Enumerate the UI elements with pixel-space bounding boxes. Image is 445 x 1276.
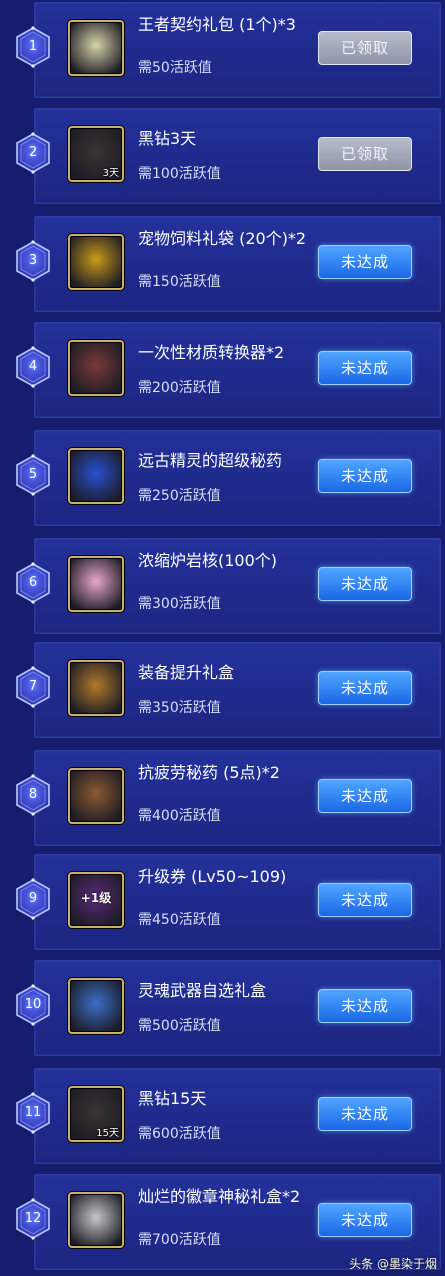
- activity-requirement: 需350活跃值: [138, 700, 221, 716]
- tier-number-badge: 7: [14, 666, 52, 708]
- not-reached-button[interactable]: 未达成: [318, 567, 412, 601]
- tier-number-badge: 11: [14, 1092, 52, 1134]
- reward-row: 11 15天 黑钻15天需600活跃值 未达成: [0, 1066, 445, 1170]
- reward-row: 9 +1级 升级券 (Lv50~109) 需450活跃值 未达成: [0, 852, 445, 956]
- reward-name: 宠物饲料礼袋 (20个)*2: [138, 229, 307, 248]
- reward-name: 远古精灵的超级秘药: [138, 451, 283, 470]
- level-up-ticket-icon: +1级: [68, 872, 124, 928]
- black-diamond-helmet-icon: 15天: [68, 1086, 124, 1142]
- tier-number-badge: 4: [14, 346, 52, 388]
- reward-row: 5 远古精灵的超级秘药 需250活跃值 未达成: [0, 428, 445, 532]
- reward-row: 7 装备提升礼盒 需350活跃值 未达成: [0, 640, 445, 744]
- potion-jar-icon: [68, 768, 124, 824]
- tier-number: 12: [24, 1211, 42, 1226]
- reward-name: 灿烂的徽章神秘礼盒*2: [138, 1187, 301, 1206]
- black-diamond-helmet-icon: 3天: [68, 126, 124, 182]
- duration-label: 15天: [96, 1128, 119, 1139]
- icon-label: +1级: [80, 891, 112, 905]
- activity-requirement: 需450活跃值: [138, 912, 221, 928]
- tier-number: 3: [28, 253, 38, 268]
- tier-number: 7: [28, 679, 38, 694]
- not-reached-button[interactable]: 未达成: [318, 1097, 412, 1131]
- not-reached-button[interactable]: 未达成: [318, 459, 412, 493]
- activity-requirement: 需200活跃值: [138, 380, 221, 396]
- reward-row: 1 王者契约礼包 (1个)*3 需50活跃值 已领取: [0, 0, 445, 104]
- claimed-button[interactable]: 已领取: [318, 31, 412, 65]
- tier-number: 5: [28, 467, 38, 482]
- tier-number-badge: 12: [14, 1198, 52, 1240]
- not-reached-button[interactable]: 未达成: [318, 1203, 412, 1237]
- activity-requirement: 需150活跃值: [138, 274, 221, 290]
- activity-requirement: 需50活跃值: [138, 60, 212, 76]
- tier-number-badge: 2: [14, 132, 52, 174]
- claimed-button[interactable]: 已领取: [318, 137, 412, 171]
- tier-number-badge: 3: [14, 240, 52, 282]
- activity-requirement: 需100活跃值: [138, 166, 221, 182]
- reward-name: 王者契约礼包 (1个)*3: [138, 15, 296, 34]
- reward-row: 3 宠物饲料礼袋 (20个)*2 需150活跃值 未达成: [0, 214, 445, 318]
- reward-row: 8 抗疲劳秘药 (5点)*2 需400活跃值 未达成: [0, 748, 445, 852]
- reward-name: 黑钻3天: [138, 129, 197, 148]
- reward-name: 浓缩炉岩核(100个): [138, 551, 278, 570]
- not-reached-button[interactable]: 未达成: [318, 989, 412, 1023]
- activity-requirement: 需400活跃值: [138, 808, 221, 824]
- tier-number: 6: [28, 575, 38, 590]
- elixir-bottle-icon: [68, 448, 124, 504]
- reward-name: 升级券 (Lv50~109): [138, 867, 287, 886]
- reward-row: 6 浓缩炉岩核(100个) 需300活跃值 未达成: [0, 536, 445, 640]
- reward-name: 一次性材质转换器*2: [138, 343, 285, 362]
- tier-number-badge: 5: [14, 454, 52, 496]
- mystery-emblem-box-icon: [68, 1192, 124, 1248]
- tier-number: 2: [28, 145, 38, 160]
- reward-name: 装备提升礼盒: [138, 663, 235, 682]
- not-reached-button[interactable]: 未达成: [318, 779, 412, 813]
- tier-number-badge: 6: [14, 562, 52, 604]
- reward-row: 4 一次性材质转换器*2 需200活跃值 未达成: [0, 320, 445, 424]
- pet-food-bag-icon: [68, 234, 124, 290]
- tier-number: 10: [24, 997, 42, 1012]
- reward-name: 黑钻15天: [138, 1089, 207, 1108]
- material-converter-icon: [68, 340, 124, 396]
- activity-requirement: 需600活跃值: [138, 1126, 221, 1142]
- not-reached-button[interactable]: 未达成: [318, 671, 412, 705]
- tier-number-badge: 9: [14, 878, 52, 920]
- tier-number-badge: 10: [14, 984, 52, 1026]
- treasure-chest-icon: [68, 660, 124, 716]
- reward-row: 2 3天 黑钻3天需100活跃值 已领取: [0, 106, 445, 210]
- activity-requirement: 需300活跃值: [138, 596, 221, 612]
- tier-number: 8: [28, 787, 38, 802]
- tier-number-badge: 8: [14, 774, 52, 816]
- tier-number: 11: [24, 1105, 42, 1120]
- reward-name: 抗疲劳秘药 (5点)*2: [138, 763, 280, 782]
- duration-label: 3天: [102, 168, 119, 179]
- not-reached-button[interactable]: 未达成: [318, 883, 412, 917]
- not-reached-button[interactable]: 未达成: [318, 351, 412, 385]
- tier-number-badge: 1: [14, 26, 52, 68]
- soul-weapon-box-icon: [68, 978, 124, 1034]
- activity-requirement: 需500活跃值: [138, 1018, 221, 1034]
- watermark: 头条 @墨染于烟: [349, 1257, 437, 1271]
- tier-number: 4: [28, 359, 38, 374]
- pink-box-icon: [68, 556, 124, 612]
- activity-requirement: 需700活跃值: [138, 1232, 221, 1248]
- reward-list: 1 王者契约礼包 (1个)*3 需50活跃值 已领取 2 3天 黑钻3天 需100活跃值 已领取…: [0, 0, 445, 1276]
- activity-requirement: 需250活跃值: [138, 488, 221, 504]
- tier-number: 1: [28, 39, 38, 54]
- contract-package-icon: [68, 20, 124, 76]
- not-reached-button[interactable]: 未达成: [318, 245, 412, 279]
- tier-number: 9: [28, 891, 38, 906]
- reward-row: 10 灵魂武器自选礼盒 需500活跃值 未达成: [0, 958, 445, 1062]
- reward-name: 灵魂武器自选礼盒: [138, 981, 267, 1000]
